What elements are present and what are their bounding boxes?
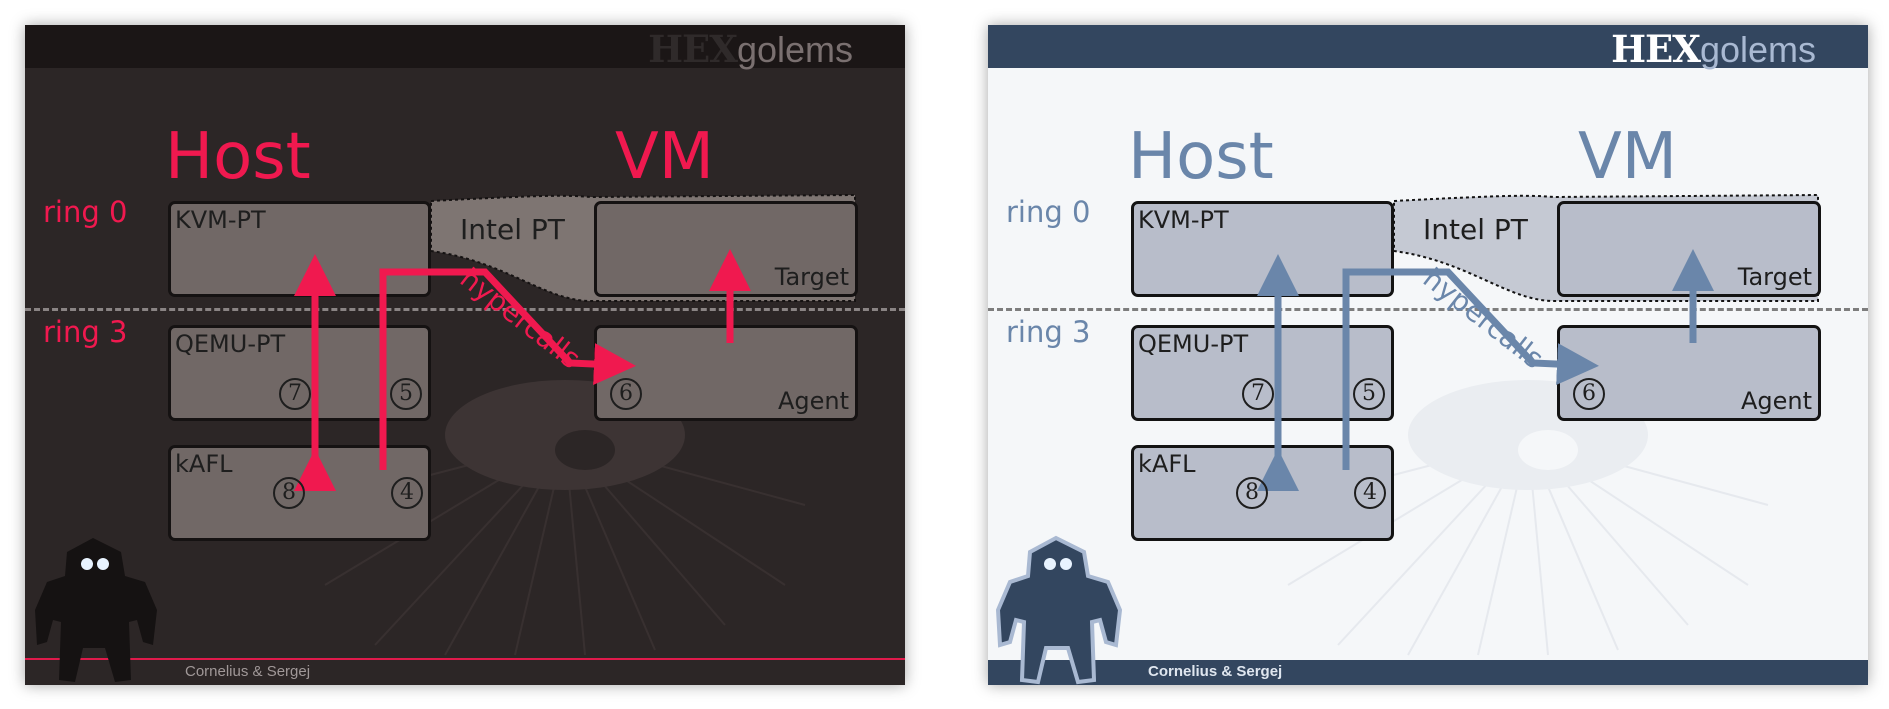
footer-authors: Cornelius & Sergej — [1148, 663, 1283, 680]
marker-5: 5 — [1353, 378, 1385, 410]
marker-5: 5 — [390, 378, 422, 410]
marker-6: 6 — [1573, 378, 1605, 410]
marker-6: 6 — [610, 378, 642, 410]
footer-authors: Cornelius & Sergej — [185, 663, 311, 680]
marker-4: 4 — [391, 477, 423, 509]
golem-mascot — [35, 538, 157, 682]
marker-4: 4 — [1354, 477, 1386, 509]
golem-mascot — [996, 535, 1123, 685]
marker-8: 8 — [273, 477, 305, 509]
marker-7: 7 — [279, 378, 311, 410]
slide-dark: HEXgolems Host VM ring 0 ring 3 KVM-PT I… — [25, 25, 905, 685]
marker-8: 8 — [1236, 477, 1268, 509]
slide-light: HEXgolems Host VM ring 0 ring 3 KVM-PT I… — [988, 25, 1868, 685]
marker-7: 7 — [1242, 378, 1274, 410]
